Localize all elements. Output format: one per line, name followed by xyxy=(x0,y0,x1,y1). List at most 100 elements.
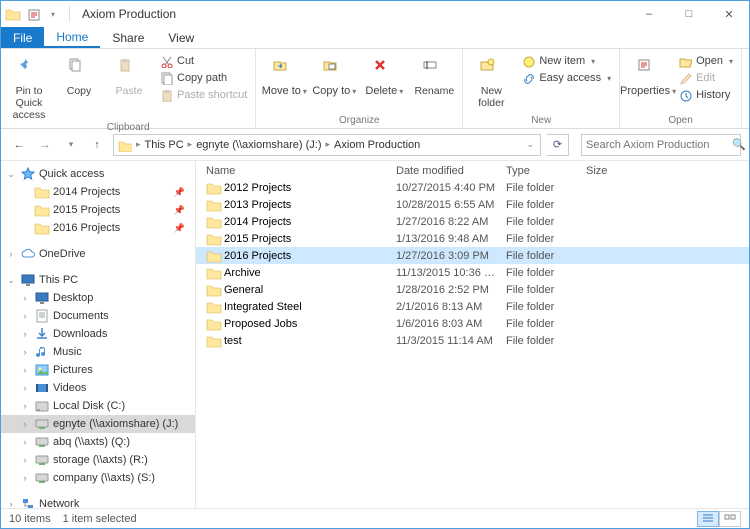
maximize-button[interactable]: □ xyxy=(669,1,709,27)
tree-item[interactable]: 2015 Projects📌 xyxy=(1,201,195,219)
recent-locations-button[interactable]: ▾ xyxy=(61,135,81,155)
close-button[interactable]: ✕ xyxy=(709,1,749,27)
edit-button[interactable]: Edit xyxy=(674,70,737,86)
tree-twisty[interactable]: › xyxy=(5,499,17,508)
thumbnails-view-button[interactable] xyxy=(719,511,741,527)
select-all-button[interactable]: Select all xyxy=(746,53,750,67)
tab-file[interactable]: File xyxy=(1,27,44,48)
tree-item[interactable]: ›Music xyxy=(1,343,195,361)
file-row[interactable]: 2012 Projects10/27/2015 4:40 PMFile fold… xyxy=(196,179,749,196)
file-date: 1/27/2016 3:09 PM xyxy=(396,250,506,262)
tree-item[interactable]: ›abq (\\axts) (Q:) xyxy=(1,433,195,451)
address-bar[interactable]: ▸ This PC ▸ egnyte (\\axiomshare) (J:) ▸… xyxy=(113,134,541,156)
breadcrumb-drive[interactable]: egnyte (\\axiomshare) (J:) xyxy=(194,139,323,151)
search-icon[interactable]: 🔍 xyxy=(732,138,746,151)
tree-item[interactable]: ›Documents xyxy=(1,307,195,325)
details-view-button[interactable] xyxy=(697,511,719,527)
file-row[interactable]: Proposed Jobs1/6/2016 8:03 AMFile folder xyxy=(196,315,749,332)
copy-to-button[interactable]: Copy to▾ xyxy=(310,51,358,98)
tree-twisty[interactable]: › xyxy=(19,401,31,411)
file-row[interactable]: Integrated Steel2/1/2016 8:13 AMFile fol… xyxy=(196,298,749,315)
easy-access-button[interactable]: Easy access▾ xyxy=(517,70,615,86)
new-folder-button[interactable]: New folder xyxy=(467,51,515,109)
tree-item[interactable]: ⌄This PC xyxy=(1,271,195,289)
move-to-button[interactable]: Move to▾ xyxy=(260,51,308,98)
navigation-pane[interactable]: ⌄Quick access2014 Projects📌2015 Projects… xyxy=(1,161,196,508)
tab-home[interactable]: Home xyxy=(44,27,100,48)
select-none-button[interactable]: Select none xyxy=(746,68,750,82)
file-row[interactable]: 2015 Projects1/13/2016 9:48 AMFile folde… xyxy=(196,230,749,247)
history-button[interactable]: History xyxy=(674,87,737,103)
tree-item[interactable]: 2016 Projects📌 xyxy=(1,219,195,237)
delete-button[interactable]: Delete▾ xyxy=(360,51,408,98)
breadcrumb-root-icon[interactable] xyxy=(116,138,134,152)
tree-twisty[interactable]: › xyxy=(19,293,31,303)
tree-item[interactable]: ›Network xyxy=(1,495,195,508)
tree-item[interactable]: 2014 Projects📌 xyxy=(1,183,195,201)
tree-twisty[interactable]: ⌄ xyxy=(5,169,17,180)
tree-twisty[interactable]: › xyxy=(19,383,31,393)
col-type[interactable]: Type xyxy=(506,165,586,177)
tree-twisty[interactable]: › xyxy=(5,249,17,259)
tab-share[interactable]: Share xyxy=(100,27,156,48)
col-size[interactable]: Size xyxy=(586,165,749,177)
col-name[interactable]: Name xyxy=(206,165,396,177)
tree-item[interactable]: ›Pictures xyxy=(1,361,195,379)
column-headers[interactable]: Name Date modified Type Size xyxy=(196,161,749,179)
tree-label: Videos xyxy=(53,382,86,394)
tree-item[interactable]: ›Local Disk (C:) xyxy=(1,397,195,415)
copy-button[interactable]: Copy xyxy=(55,51,103,97)
invert-selection-button[interactable]: Invert selection xyxy=(746,83,750,97)
forward-button[interactable]: → xyxy=(35,135,55,155)
tree-item[interactable]: ›Downloads xyxy=(1,325,195,343)
tree-twisty[interactable]: › xyxy=(19,329,31,339)
breadcrumb-this-pc[interactable]: This PC xyxy=(143,139,186,151)
tree-item[interactable]: › Videos xyxy=(1,379,195,397)
address-dropdown[interactable]: ⌄ xyxy=(522,139,538,150)
col-date[interactable]: Date modified xyxy=(396,165,506,177)
open-button[interactable]: Open▾ xyxy=(674,53,737,69)
new-item-button[interactable]: New item▾ xyxy=(517,53,615,69)
file-row[interactable]: test11/3/2015 11:14 AMFile folder xyxy=(196,332,749,349)
tree-twisty[interactable]: ⌄ xyxy=(5,275,17,286)
tab-view[interactable]: View xyxy=(156,27,206,48)
tree-twisty[interactable]: › xyxy=(19,455,31,465)
tree-item[interactable]: ›storage (\\axts) (R:) xyxy=(1,451,195,469)
minimize-button[interactable]: – xyxy=(629,1,669,27)
qat-dropdown-icon[interactable]: ▾ xyxy=(45,6,61,22)
file-list[interactable]: 2012 Projects10/27/2015 4:40 PMFile fold… xyxy=(196,179,749,508)
file-row[interactable]: 2014 Projects1/27/2016 8:22 AMFile folde… xyxy=(196,213,749,230)
tree-twisty[interactable]: › xyxy=(19,437,31,447)
tree-item[interactable]: ⌄Quick access xyxy=(1,165,195,183)
file-type: File folder xyxy=(506,216,586,228)
file-row[interactable]: 2016 Projects1/27/2016 3:09 PMFile folde… xyxy=(196,247,749,264)
tree-twisty[interactable]: › xyxy=(19,365,31,375)
file-row[interactable]: 2013 Projects10/28/2015 6:55 AMFile fold… xyxy=(196,196,749,213)
search-input[interactable] xyxy=(582,139,732,151)
cut-button[interactable]: Cut xyxy=(155,53,251,69)
search-box[interactable]: 🔍 xyxy=(581,134,741,156)
back-button[interactable]: ← xyxy=(9,135,29,155)
address-bar-row: ← → ▾ ↑ ▸ This PC ▸ egnyte (\\axiomshare… xyxy=(1,129,749,161)
tree-twisty[interactable]: › xyxy=(19,473,31,483)
window-title: Axiom Production xyxy=(82,7,176,21)
qat-properties-icon[interactable] xyxy=(25,6,41,22)
paste-shortcut-button[interactable]: Paste shortcut xyxy=(155,87,251,103)
file-row[interactable]: Archive11/13/2015 10:36 …File folder xyxy=(196,264,749,281)
paste-button[interactable]: Paste xyxy=(105,51,153,97)
tree-item[interactable]: ›Desktop xyxy=(1,289,195,307)
pin-to-quick-access-button[interactable]: Pin to Quick access xyxy=(5,51,53,121)
file-row[interactable]: General1/28/2016 2:52 PMFile folder xyxy=(196,281,749,298)
tree-item[interactable]: ›OneDrive xyxy=(1,245,195,263)
copy-path-button[interactable]: Copy path xyxy=(155,70,251,86)
up-button[interactable]: ↑ xyxy=(87,135,107,155)
tree-item[interactable]: ›egnyte (\\axiomshare) (J:) xyxy=(1,415,195,433)
tree-twisty[interactable]: › xyxy=(19,419,31,429)
properties-button[interactable]: Properties▾ xyxy=(624,51,672,98)
tree-twisty[interactable]: › xyxy=(19,347,31,357)
refresh-button[interactable]: ⟳ xyxy=(547,134,569,156)
breadcrumb-folder[interactable]: Axiom Production xyxy=(332,139,422,151)
tree-item[interactable]: ›company (\\axts) (S:) xyxy=(1,469,195,487)
tree-twisty[interactable]: › xyxy=(19,311,31,321)
rename-button[interactable]: Rename xyxy=(410,51,458,97)
